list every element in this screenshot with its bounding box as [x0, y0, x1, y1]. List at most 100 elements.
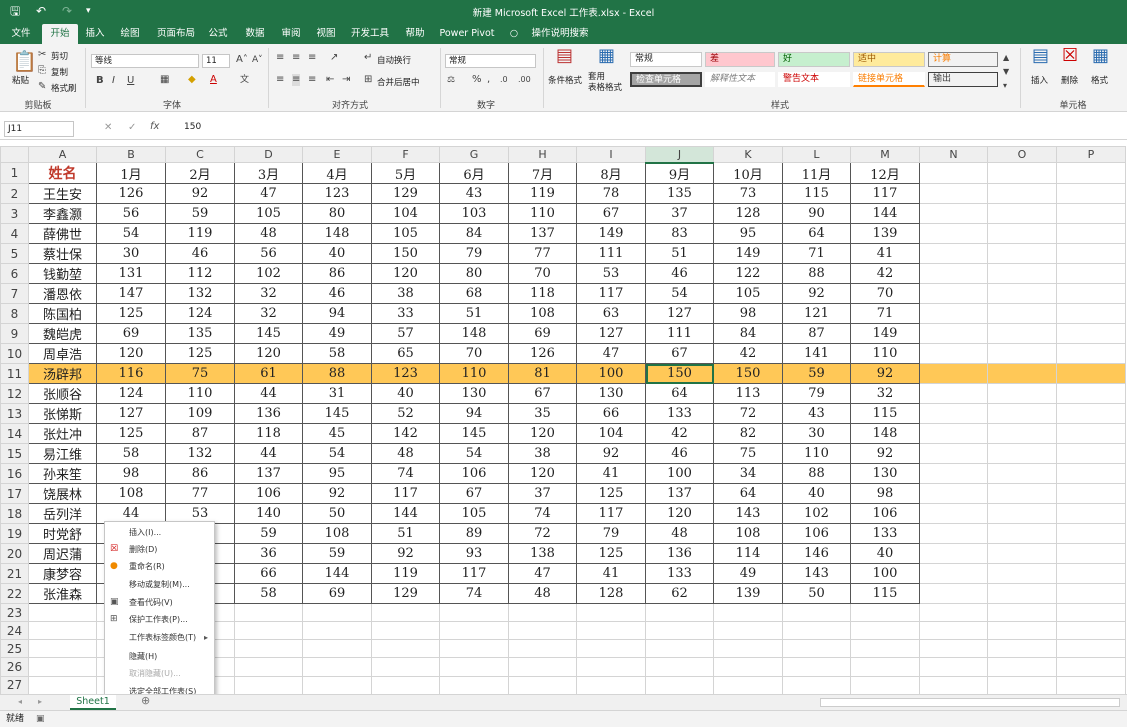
cell[interactable]: 36: [234, 543, 303, 564]
align-bottom-icon[interactable]: ≡: [308, 52, 316, 64]
cell[interactable]: 73: [713, 183, 783, 204]
row-header[interactable]: 21: [0, 563, 29, 584]
cell[interactable]: 135: [645, 183, 714, 204]
cell[interactable]: 137: [234, 463, 303, 484]
enter-icon[interactable]: ✓: [128, 122, 136, 134]
cell[interactable]: 83: [645, 223, 714, 244]
row-header[interactable]: 18: [0, 503, 29, 524]
row-header[interactable]: 17: [0, 483, 29, 504]
cell[interactable]: [234, 639, 303, 659]
cell[interactable]: [919, 162, 988, 184]
cell[interactable]: 102: [782, 503, 851, 524]
cell[interactable]: 63: [576, 303, 646, 324]
next-sheet-icon[interactable]: ▸: [38, 696, 42, 708]
cell[interactable]: 47: [234, 183, 303, 204]
cell[interactable]: 110: [165, 383, 235, 404]
row-header[interactable]: 27: [0, 675, 29, 694]
style-output[interactable]: 输出: [928, 72, 998, 87]
conditional-format-button[interactable]: 条件格式: [548, 74, 582, 86]
cell[interactable]: 潘恩依: [28, 283, 97, 304]
cell[interactable]: 125: [576, 543, 646, 564]
macro-record-icon[interactable]: ▣: [36, 711, 45, 727]
cell[interactable]: 49: [302, 323, 372, 344]
cell[interactable]: [1056, 639, 1126, 659]
row-header[interactable]: 1: [0, 162, 29, 184]
cell[interactable]: 59: [165, 203, 235, 224]
cell[interactable]: 42: [645, 423, 714, 444]
cell[interactable]: [850, 602, 920, 623]
row-header[interactable]: 12: [0, 383, 29, 404]
cell[interactable]: 92: [576, 443, 646, 464]
cell[interactable]: 70: [508, 263, 577, 284]
cell[interactable]: 145: [302, 403, 372, 424]
row-header[interactable]: 25: [0, 639, 29, 659]
bold-button[interactable]: B: [96, 75, 104, 87]
style-neutral[interactable]: 适中: [853, 52, 925, 67]
cell[interactable]: [919, 523, 988, 544]
comma-style-icon[interactable]: ,: [487, 74, 490, 86]
borders-icon[interactable]: ▦: [160, 74, 169, 86]
cell[interactable]: 41: [576, 563, 646, 584]
row-header[interactable]: 2: [0, 183, 29, 204]
cell[interactable]: 86: [165, 463, 235, 484]
cell[interactable]: [508, 639, 577, 659]
cell[interactable]: 37: [508, 483, 577, 504]
cell[interactable]: 45: [302, 423, 372, 444]
cell[interactable]: 54: [302, 443, 372, 464]
cell[interactable]: [1056, 602, 1126, 623]
cell[interactable]: [987, 423, 1057, 444]
cell[interactable]: 120: [508, 423, 577, 444]
cell[interactable]: 98: [850, 483, 920, 504]
cell[interactable]: [302, 657, 372, 677]
context-menu-item[interactable]: 隐藏(H): [105, 648, 214, 665]
cell[interactable]: 61: [234, 363, 303, 384]
cell[interactable]: 52: [371, 403, 440, 424]
cell[interactable]: 143: [713, 503, 783, 524]
cell[interactable]: 79: [439, 243, 509, 264]
cell[interactable]: [28, 675, 97, 694]
cell[interactable]: 137: [508, 223, 577, 244]
cell[interactable]: [1056, 543, 1126, 564]
cell[interactable]: 44: [234, 383, 303, 404]
style-bad[interactable]: 差: [705, 52, 775, 67]
accounting-format-icon[interactable]: ⚖: [447, 74, 455, 86]
tab-insert[interactable]: 插入: [82, 24, 108, 44]
row-header[interactable]: 3: [0, 203, 29, 224]
cell[interactable]: [987, 621, 1057, 641]
cell[interactable]: [919, 403, 988, 424]
cell[interactable]: 王生安: [28, 183, 97, 204]
cell[interactable]: [919, 283, 988, 304]
cell[interactable]: [1056, 503, 1126, 524]
cut-button[interactable]: 剪切: [51, 50, 68, 62]
cell[interactable]: 李鑫灏: [28, 203, 97, 224]
column-header[interactable]: J: [645, 146, 714, 164]
cell[interactable]: [645, 639, 714, 659]
cell[interactable]: 119: [371, 563, 440, 584]
cell[interactable]: 48: [645, 523, 714, 544]
style-good[interactable]: 好: [778, 52, 850, 67]
cell[interactable]: 137: [645, 483, 714, 504]
cell[interactable]: 120: [508, 463, 577, 484]
cell[interactable]: 111: [645, 323, 714, 344]
cell[interactable]: [987, 303, 1057, 324]
column-header[interactable]: N: [919, 146, 988, 163]
cell[interactable]: 孙来笙: [28, 463, 97, 484]
column-header[interactable]: P: [1056, 146, 1126, 163]
cell[interactable]: 108: [302, 523, 372, 544]
cell[interactable]: 150: [713, 363, 783, 384]
cell[interactable]: 41: [576, 463, 646, 484]
cell[interactable]: 110: [850, 343, 920, 364]
cell[interactable]: 125: [96, 423, 166, 444]
cell[interactable]: 120: [234, 343, 303, 364]
cell[interactable]: 32: [850, 383, 920, 404]
cell[interactable]: 126: [508, 343, 577, 364]
cell[interactable]: 易江维: [28, 443, 97, 464]
cell[interactable]: 84: [713, 323, 783, 344]
cell[interactable]: 132: [165, 443, 235, 464]
cell[interactable]: 139: [850, 223, 920, 244]
cell[interactable]: 67: [645, 343, 714, 364]
align-top-icon[interactable]: ≡: [276, 52, 284, 64]
cell[interactable]: [987, 523, 1057, 544]
cell[interactable]: 129: [371, 583, 440, 604]
cell[interactable]: [987, 203, 1057, 224]
